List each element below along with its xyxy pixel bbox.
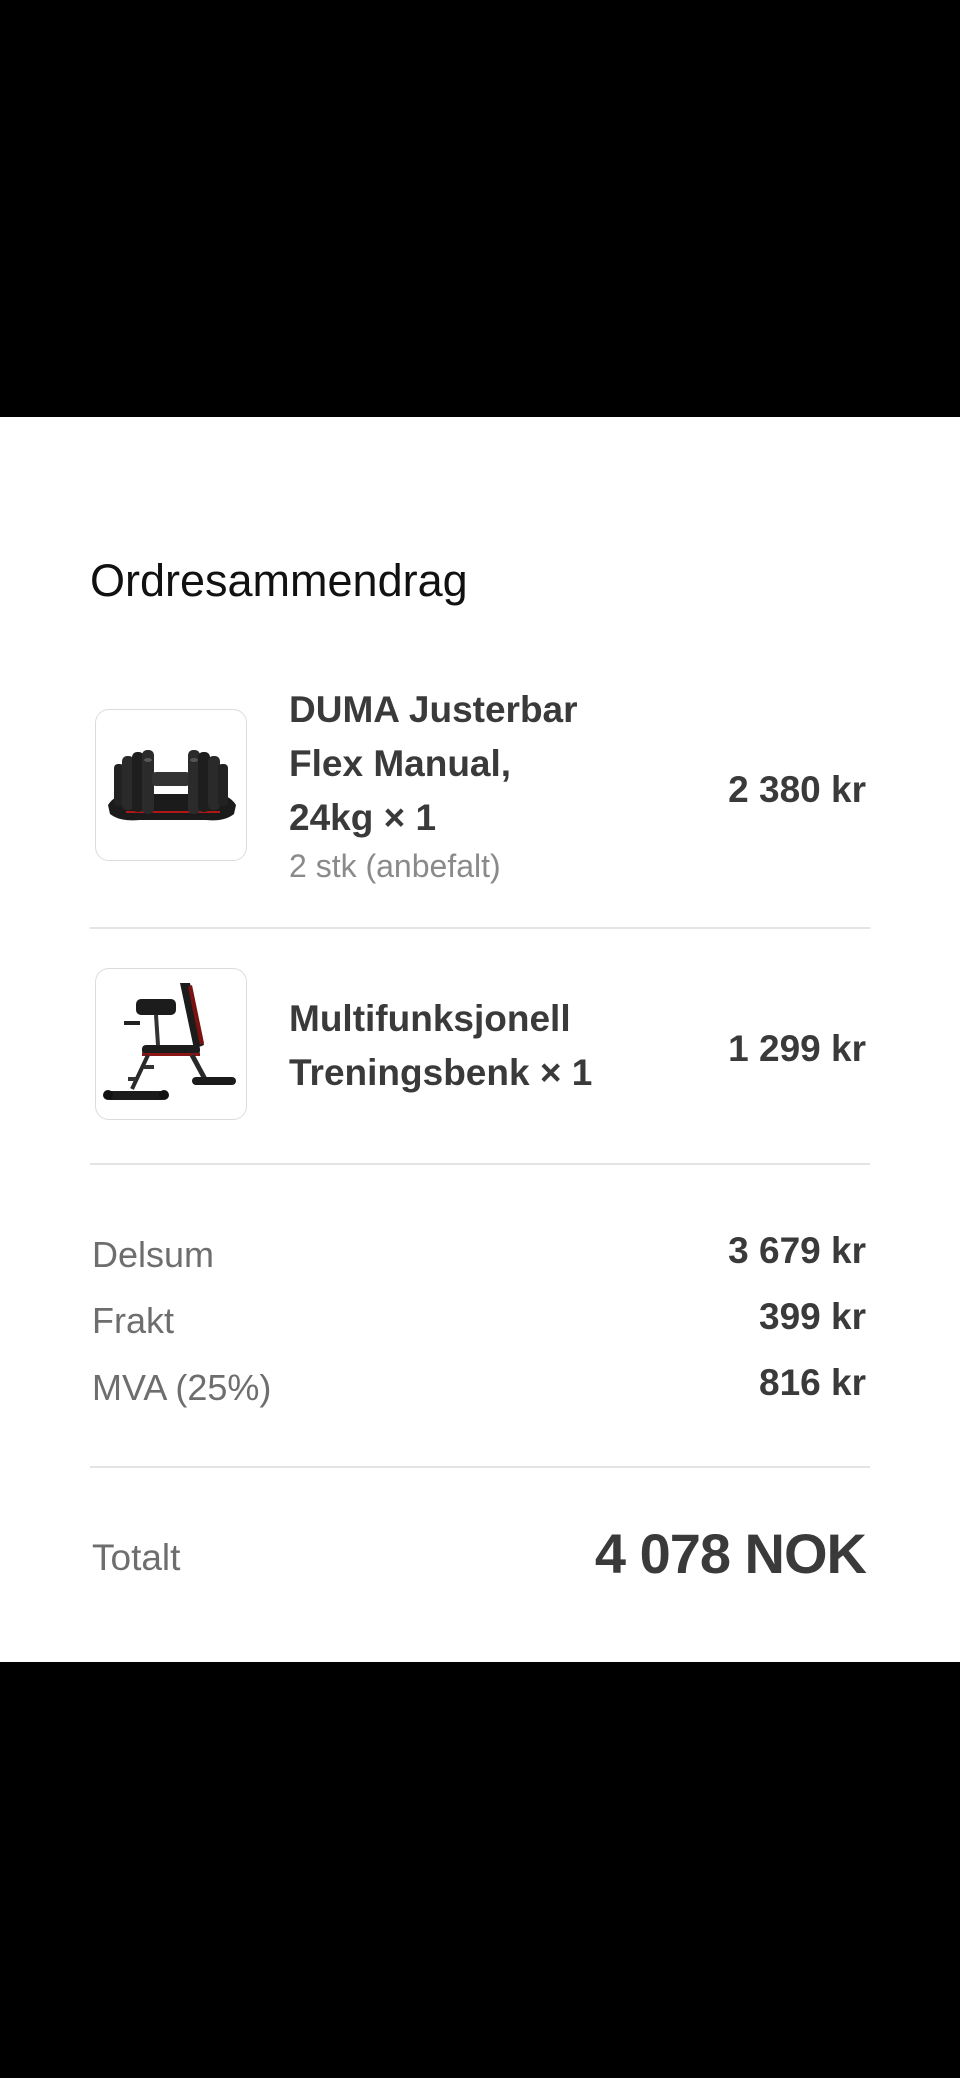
total-label: Totalt (92, 1537, 181, 1578)
item-price-bench: 1 299 kr (728, 1028, 866, 1069)
training-bench-icon (103, 983, 236, 1100)
item-name-bench: Multifunksjonell Treningsbenk × 1 (289, 992, 592, 1100)
bench-product-image (95, 968, 247, 1120)
order-summary-title: Ordresammendrag (90, 555, 468, 606)
item-note-dumbbell: 2 stk (anbefalt) (289, 848, 501, 884)
item-price-dumbbell: 2 380 kr (728, 769, 866, 810)
item-name-line: Treningsbenk × 1 (289, 1052, 593, 1093)
item-name-line: 24kg × 1 (289, 797, 437, 838)
shipping-value: 399 kr (759, 1296, 866, 1337)
item-name-line: Multifunksjonell (289, 998, 571, 1039)
item-name-line: DUMA Justerbar (289, 689, 578, 730)
item-name-dumbbell: DUMA Justerbar Flex Manual, 24kg × 1 (289, 683, 578, 845)
divider (90, 927, 870, 929)
item-name-line: Flex Manual, (289, 743, 512, 784)
divider (90, 1163, 870, 1165)
dumbbell-product-image (95, 709, 247, 861)
shipping-label: Frakt (92, 1300, 175, 1341)
subtotal-label: Delsum (92, 1234, 215, 1275)
total-value: 4 078 NOK (594, 1522, 867, 1585)
divider (90, 1466, 870, 1468)
adjustable-dumbbell-icon (108, 750, 236, 821)
subtotal-value: 3 679 kr (728, 1230, 866, 1271)
vat-label: MVA (25%) (92, 1367, 272, 1408)
vat-value: 816 kr (759, 1362, 866, 1403)
